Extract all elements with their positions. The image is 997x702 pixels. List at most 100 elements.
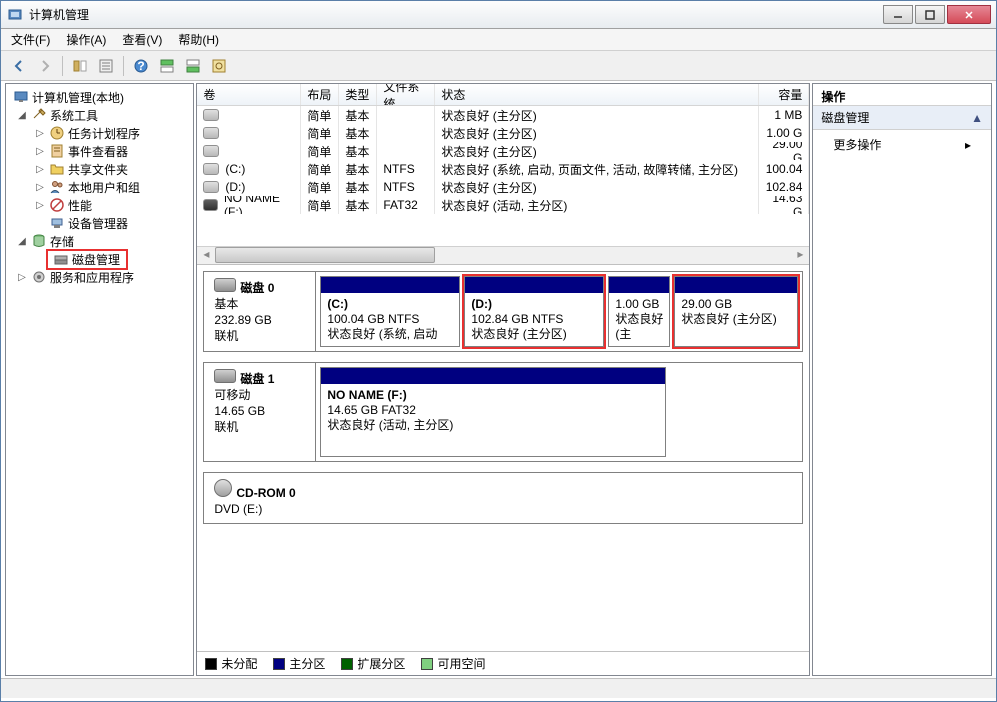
menu-action[interactable]: 操作(A): [66, 31, 106, 48]
tree-system-tools-label: 系统工具: [50, 107, 98, 124]
disk-map[interactable]: 磁盘 0 基本 232.89 GB 联机 (C:)100.04 GB NTFS状…: [197, 264, 809, 651]
col-filesystem[interactable]: 文件系统: [377, 84, 435, 105]
tree-storage-label: 存储: [50, 233, 74, 250]
settings-button[interactable]: [207, 54, 231, 78]
disk-0-row[interactable]: 磁盘 0 基本 232.89 GB 联机 (C:)100.04 GB NTFS状…: [203, 271, 803, 352]
disk-icon: [203, 181, 219, 193]
tree-disk-management[interactable]: 磁盘管理: [8, 250, 191, 268]
disk-icon: [203, 199, 218, 211]
col-volume[interactable]: 卷: [197, 84, 301, 105]
properties-button[interactable]: [94, 54, 118, 78]
maximize-button[interactable]: [915, 5, 945, 24]
users-icon: [49, 179, 65, 195]
menu-file[interactable]: 文件(F): [11, 31, 50, 48]
horizontal-scrollbar[interactable]: ◂ ▸: [197, 246, 809, 264]
window-buttons: [883, 5, 996, 24]
volume-list: 卷 布局 类型 文件系统 状态 容量 简单基本状态良好 (主分区)1 MB简单基…: [197, 84, 809, 264]
tree-services[interactable]: ▷ 服务和应用程序: [8, 268, 191, 286]
disk-1-partitions: NO NAME (F:)14.65 GB FAT32状态良好 (活动, 主分区): [316, 363, 802, 461]
col-capacity[interactable]: 容量: [759, 84, 809, 105]
partition-header: [609, 277, 669, 293]
back-button[interactable]: [7, 54, 31, 78]
folder-icon: [49, 161, 65, 177]
forward-button[interactable]: [33, 54, 57, 78]
services-icon: [31, 269, 47, 285]
col-layout[interactable]: 布局: [301, 84, 339, 105]
volume-list-body[interactable]: 简单基本状态良好 (主分区)1 MB简单基本状态良好 (主分区)1.00 G简单…: [197, 106, 809, 246]
expand-icon[interactable]: ▷: [34, 182, 46, 193]
volume-row[interactable]: 简单基本状态良好 (主分区)1.00 G: [197, 124, 809, 142]
legend: 未分配 主分区 扩展分区 可用空间: [197, 651, 809, 675]
disk-0-info: 磁盘 0 基本 232.89 GB 联机: [204, 272, 316, 351]
legend-extended: 扩展分区: [341, 655, 405, 672]
center-panel: 卷 布局 类型 文件系统 状态 容量 简单基本状态良好 (主分区)1 MB简单基…: [196, 83, 810, 676]
event-icon: [49, 143, 65, 159]
chevron-right-icon: ▸: [965, 138, 971, 152]
tree-device-manager[interactable]: 设备管理器: [8, 214, 191, 232]
partition-box[interactable]: (D:)102.84 GB NTFS状态良好 (主分区): [464, 276, 604, 347]
disk-1-info: 磁盘 1 可移动 14.65 GB 联机: [204, 363, 316, 461]
partition-header: [675, 277, 797, 293]
collapse-icon[interactable]: ◢: [16, 236, 28, 247]
tools-icon: [31, 107, 47, 123]
volume-row[interactable]: (D:)简单基本NTFS状态良好 (主分区)102.84: [197, 178, 809, 196]
expand-icon[interactable]: ▷: [34, 200, 46, 211]
expand-icon[interactable]: ▷: [16, 272, 28, 283]
actions-panel: 操作 磁盘管理 ▲ 更多操作 ▸: [812, 83, 992, 676]
disk-icon: [214, 278, 236, 292]
partition-header: [465, 277, 603, 293]
cdrom-row[interactable]: CD-ROM 0 DVD (E:): [203, 472, 803, 524]
volume-row[interactable]: NO NAME (F:)简单基本FAT32状态良好 (活动, 主分区)14.63…: [197, 196, 809, 214]
actions-more[interactable]: 更多操作 ▸: [813, 130, 991, 159]
tree-system-tools[interactable]: ◢ 系统工具: [8, 106, 191, 124]
partition-box[interactable]: NO NAME (F:)14.65 GB FAT32状态良好 (活动, 主分区): [320, 367, 666, 457]
tree-performance[interactable]: ▷性能: [8, 196, 191, 214]
volume-row[interactable]: 简单基本状态良好 (主分区)1 MB: [197, 106, 809, 124]
computer-icon: [13, 89, 29, 105]
menu-view[interactable]: 查看(V): [122, 31, 162, 48]
disk-0-partitions: (C:)100.04 GB NTFS状态良好 (系统, 启动(D:)102.84…: [316, 272, 802, 351]
performance-icon: [49, 197, 65, 213]
partition-box[interactable]: 1.00 GB状态良好 (主: [608, 276, 670, 347]
volume-row[interactable]: (C:)简单基本NTFS状态良好 (系统, 启动, 页面文件, 活动, 故障转储…: [197, 160, 809, 178]
cdrom-icon: [214, 479, 232, 497]
tree-task-scheduler[interactable]: ▷任务计划程序: [8, 124, 191, 142]
help-button[interactable]: ?: [129, 54, 153, 78]
disk-1-row[interactable]: 磁盘 1 可移动 14.65 GB 联机 NO NAME (F:)14.65 G…: [203, 362, 803, 462]
main-content: 计算机管理(本地) ◢ 系统工具 ▷任务计划程序 ▷事件查看器 ▷共享文件夹: [1, 81, 996, 676]
minimize-button[interactable]: [883, 5, 913, 24]
volume-row[interactable]: 简单基本状态良好 (主分区)29.00 G: [197, 142, 809, 160]
scrollbar-thumb[interactable]: [215, 247, 435, 263]
tree-panel[interactable]: 计算机管理(本地) ◢ 系统工具 ▷任务计划程序 ▷事件查看器 ▷共享文件夹: [5, 83, 194, 676]
tree-storage[interactable]: ◢ 存储: [8, 232, 191, 250]
expand-icon[interactable]: ▷: [34, 164, 46, 175]
col-status[interactable]: 状态: [435, 84, 759, 105]
expand-icon[interactable]: ▷: [34, 146, 46, 157]
app-icon: [7, 7, 23, 23]
titlebar: 计算机管理: [1, 1, 996, 29]
disk-icon: [203, 109, 219, 121]
col-type[interactable]: 类型: [339, 84, 377, 105]
disk-icon: [203, 145, 219, 157]
partition-box[interactable]: (C:)100.04 GB NTFS状态良好 (系统, 启动: [320, 276, 460, 347]
collapse-icon: ▲: [971, 111, 983, 125]
tree-root-label: 计算机管理(本地): [32, 89, 124, 106]
tree-event-viewer[interactable]: ▷事件查看器: [8, 142, 191, 160]
svg-text:?: ?: [137, 59, 144, 73]
tree-root[interactable]: 计算机管理(本地): [8, 88, 191, 106]
window-title: 计算机管理: [29, 6, 883, 23]
expand-icon[interactable]: ▷: [34, 128, 46, 139]
collapse-icon[interactable]: ◢: [16, 110, 28, 121]
tree-local-users[interactable]: ▷本地用户和组: [8, 178, 191, 196]
view-bottom-button[interactable]: [181, 54, 205, 78]
storage-icon: [31, 233, 47, 249]
actions-disk-mgmt[interactable]: 磁盘管理 ▲: [813, 106, 991, 130]
partition-header: [321, 277, 459, 293]
tree-shared-folders[interactable]: ▷共享文件夹: [8, 160, 191, 178]
show-hide-button[interactable]: [68, 54, 92, 78]
menu-help[interactable]: 帮助(H): [178, 31, 219, 48]
view-top-button[interactable]: [155, 54, 179, 78]
close-button[interactable]: [947, 5, 991, 24]
partition-box[interactable]: 29.00 GB状态良好 (主分区): [674, 276, 798, 347]
menubar: 文件(F) 操作(A) 查看(V) 帮助(H): [1, 29, 996, 51]
